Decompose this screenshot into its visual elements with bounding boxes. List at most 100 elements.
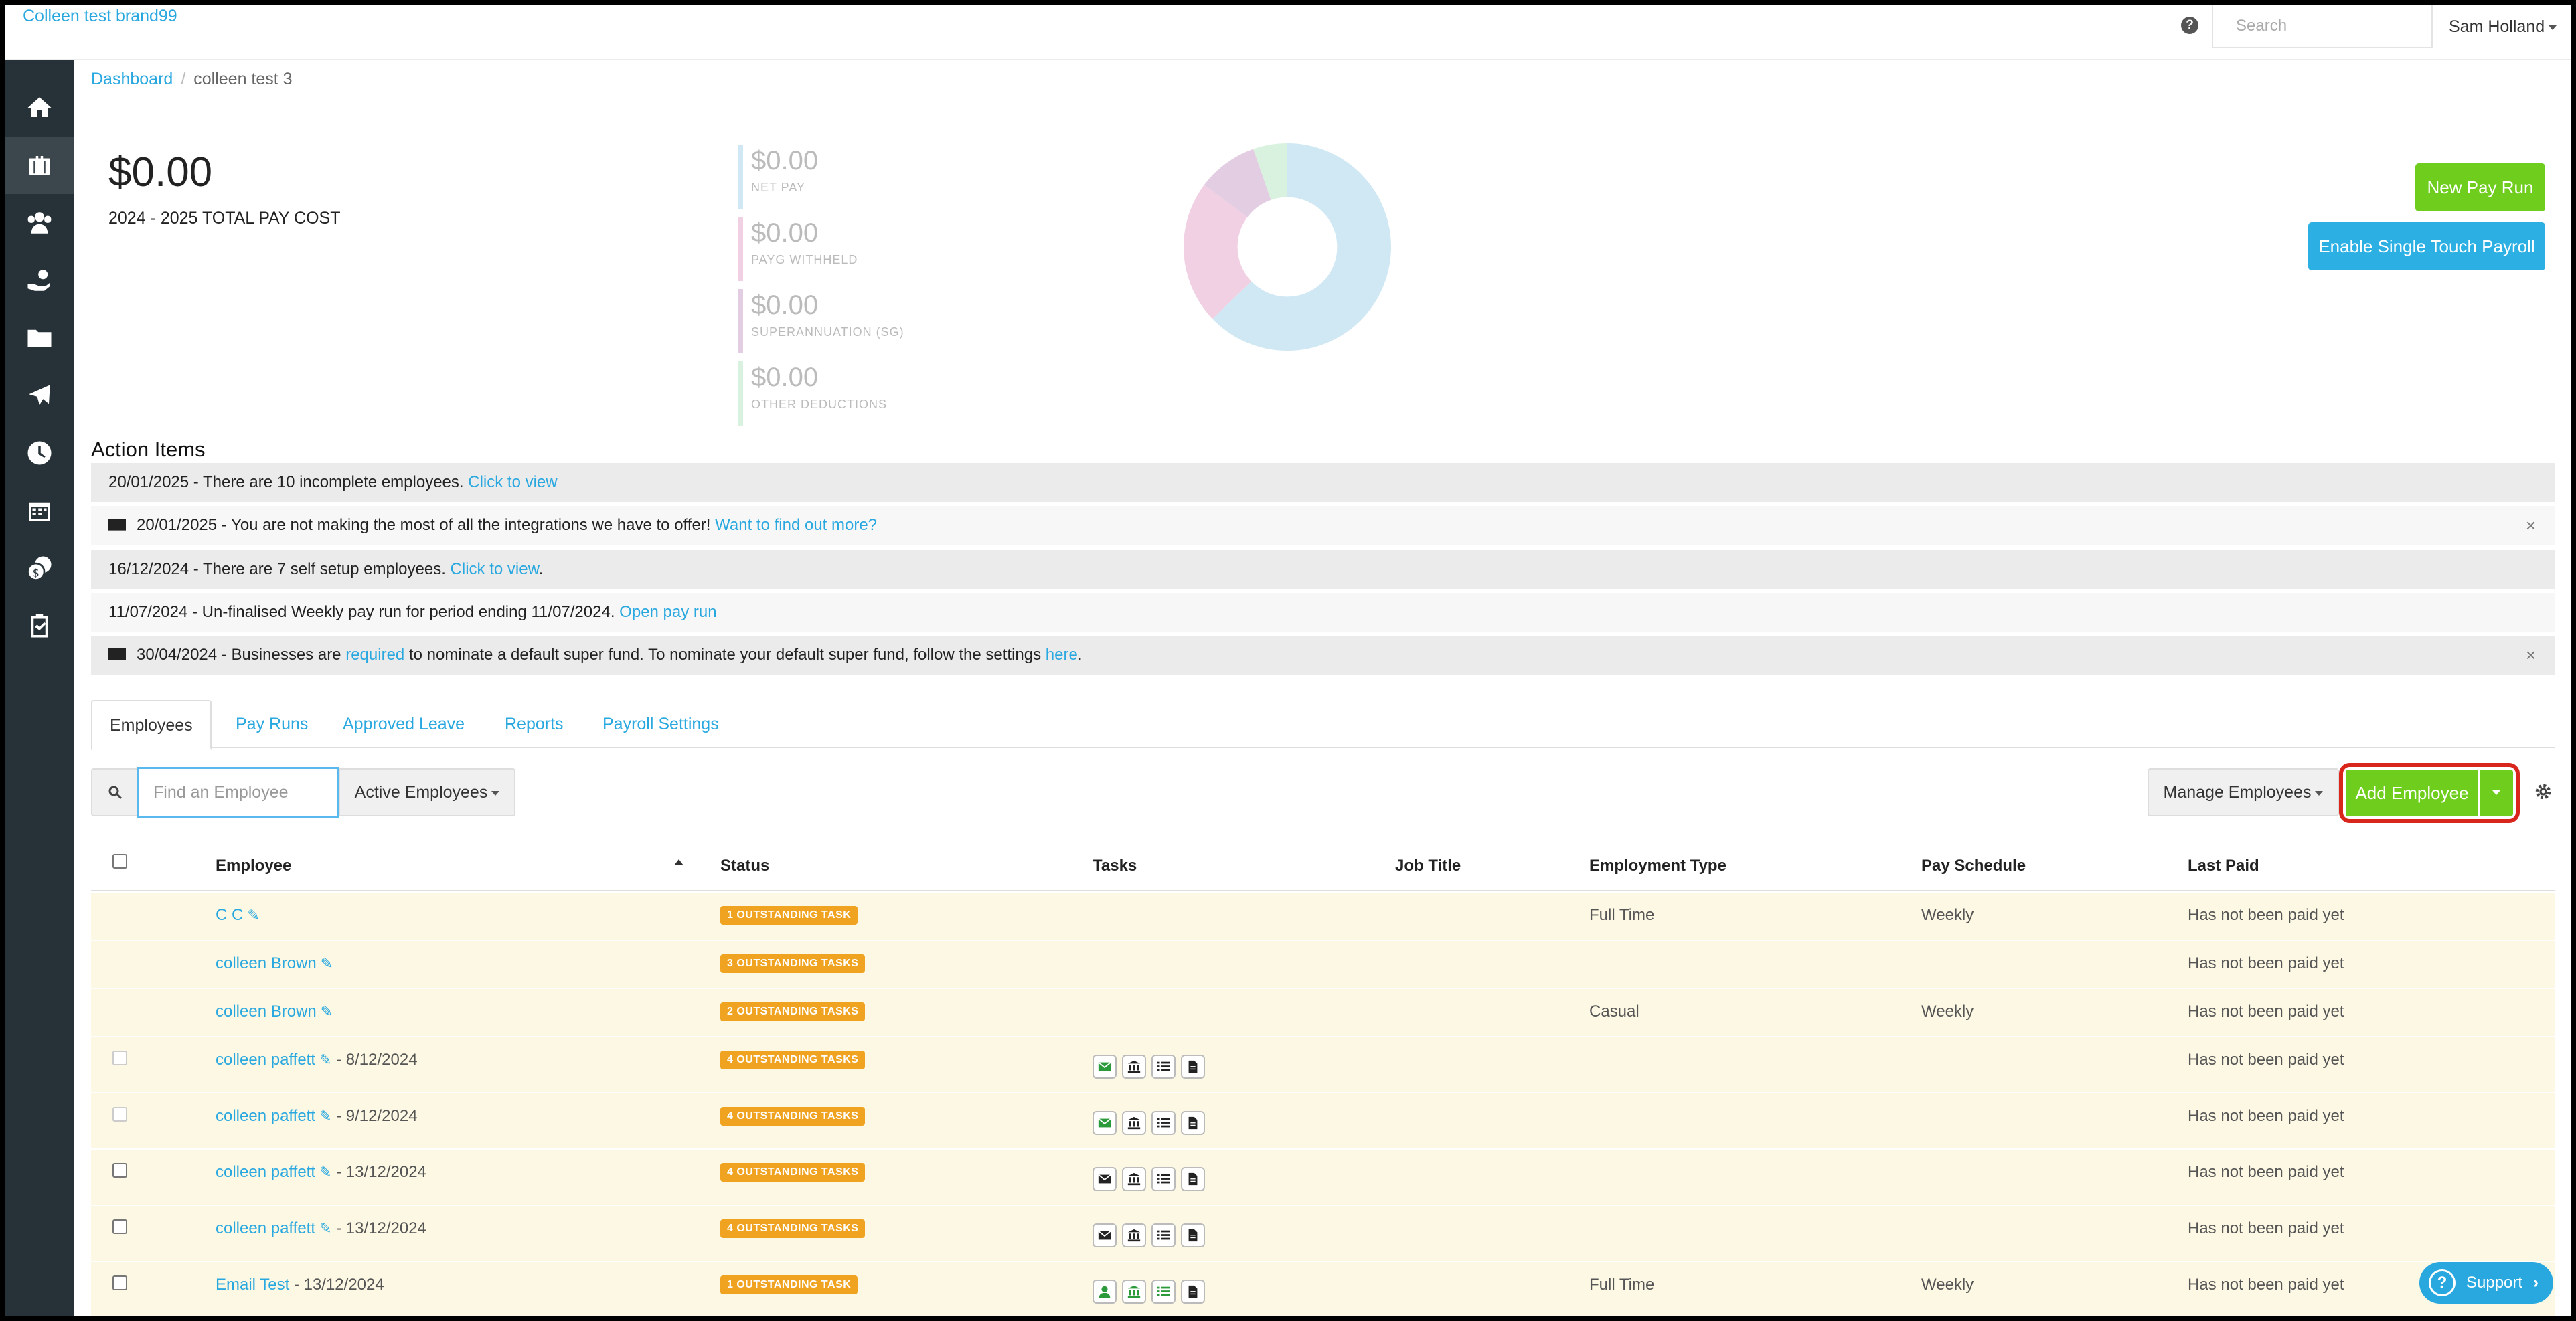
stat-amount: $0.00	[751, 218, 819, 248]
document-icon[interactable]	[1181, 1055, 1205, 1079]
pencil-icon[interactable]: ✎	[319, 1220, 331, 1237]
clock-icon[interactable]	[5, 424, 74, 482]
table-row: Email Test - 13/12/2024 1 OUTSTANDING TA…	[91, 1262, 2555, 1316]
hand-money-icon[interactable]	[5, 252, 74, 309]
document-icon[interactable]	[1181, 1280, 1205, 1304]
tab-pay-runs[interactable]: Pay Runs	[218, 700, 325, 748]
brand-link[interactable]: Colleen test brand99	[23, 7, 177, 26]
add-employee-dropdown-toggle[interactable]	[2480, 770, 2513, 816]
breadcrumb-separator: /	[181, 70, 186, 88]
pencil-icon[interactable]: ✎	[321, 1003, 333, 1021]
active-employees-dropdown[interactable]: Active Employees	[339, 768, 515, 816]
search-input[interactable]	[2212, 5, 2433, 48]
employee-name-link[interactable]: colleen paffett	[216, 1107, 315, 1125]
user-menu[interactable]: Sam Holland	[2449, 17, 2557, 37]
stat-amount: $0.00	[751, 363, 819, 392]
document-icon[interactable]	[1181, 1167, 1205, 1191]
tab-payroll-settings[interactable]: Payroll Settings	[585, 700, 736, 748]
column-employment-type[interactable]: Employment Type	[1589, 857, 1726, 875]
calendar-icon[interactable]	[5, 482, 74, 539]
help-icon[interactable]: ?	[2181, 17, 2198, 34]
column-pay-schedule[interactable]: Pay Schedule	[1921, 857, 2026, 875]
pencil-icon[interactable]: ✎	[319, 1164, 331, 1181]
bank-icon[interactable]	[1122, 1111, 1146, 1135]
list-icon[interactable]	[1151, 1167, 1176, 1191]
list-icon[interactable]	[1151, 1111, 1176, 1135]
action-link[interactable]: Click to view	[451, 560, 539, 578]
bank-icon[interactable]	[1122, 1223, 1146, 1247]
action-link[interactable]: Want to find out more?	[715, 516, 877, 534]
briefcase-icon[interactable]	[5, 137, 74, 194]
folder-icon[interactable]	[5, 309, 74, 367]
gear-icon[interactable]	[2533, 782, 2553, 802]
status-badge: 4 OUTSTANDING TASKS	[720, 1107, 866, 1126]
start-date: - 13/12/2024	[336, 1163, 426, 1181]
bank-icon[interactable]	[1122, 1280, 1146, 1304]
employee-name-link[interactable]: Email Test	[216, 1275, 289, 1294]
envelope-icon[interactable]	[1093, 1111, 1117, 1135]
column-status[interactable]: Status	[720, 857, 769, 875]
list-icon[interactable]	[1151, 1223, 1176, 1247]
new-pay-run-button[interactable]: New Pay Run	[2415, 163, 2545, 211]
support-label: Support	[2466, 1273, 2523, 1292]
clipboard-check-icon[interactable]	[5, 597, 74, 654]
status-badge: 1 OUTSTANDING TASK	[720, 1275, 858, 1294]
add-employee-button[interactable]: Add Employee	[2346, 770, 2478, 816]
manage-employees-dropdown[interactable]: Manage Employees	[2148, 768, 2339, 816]
document-icon[interactable]	[1181, 1223, 1205, 1247]
document-icon[interactable]	[1181, 1111, 1205, 1135]
bank-icon[interactable]	[1122, 1167, 1146, 1191]
pencil-icon[interactable]: ✎	[319, 1051, 331, 1069]
close-icon[interactable]: ×	[2526, 506, 2536, 545]
support-button[interactable]: ? Support ›	[2419, 1262, 2553, 1304]
column-employee[interactable]: Employee	[216, 857, 291, 875]
close-icon[interactable]: ×	[2526, 636, 2536, 675]
employee-cell: colleen paffett ✎ - 13/12/2024	[216, 1219, 426, 1238]
find-employee-input[interactable]	[137, 767, 339, 818]
breadcrumb-dashboard[interactable]: Dashboard	[91, 70, 173, 88]
column-tasks[interactable]: Tasks	[1093, 857, 1137, 875]
bank-icon[interactable]	[1122, 1055, 1146, 1079]
column-job-title[interactable]: Job Title	[1395, 857, 1461, 875]
envelope-icon[interactable]	[1093, 1167, 1117, 1191]
pencil-icon[interactable]: ✎	[247, 907, 259, 924]
list-icon[interactable]	[1151, 1280, 1176, 1304]
employee-name-link[interactable]: C C	[216, 906, 243, 924]
tab-approved-leave[interactable]: Approved Leave	[325, 700, 482, 748]
coins-icon[interactable]: $	[5, 539, 74, 597]
select-all-checkbox[interactable]	[112, 854, 127, 869]
employee-name-link[interactable]: colleen paffett	[216, 1051, 315, 1069]
stat-superannuation: $0.00 SUPERANNUATION (SG)	[738, 289, 904, 353]
row-checkbox[interactable]	[112, 1275, 127, 1290]
envelope-icon[interactable]	[1093, 1055, 1117, 1079]
employee-name-link[interactable]: colleen Brown	[216, 954, 317, 972]
search-icon[interactable]	[91, 768, 138, 816]
enable-stp-button[interactable]: Enable Single Touch Payroll	[2308, 222, 2545, 270]
row-checkbox[interactable]	[112, 1051, 127, 1065]
employee-name-link[interactable]: colleen paffett	[216, 1163, 315, 1181]
svg-text:$: $	[33, 566, 39, 579]
action-link-here[interactable]: here	[1046, 646, 1078, 664]
row-checkbox[interactable]	[112, 1219, 127, 1234]
tab-employees[interactable]: Employees	[91, 700, 212, 750]
sort-ascending-icon[interactable]	[674, 859, 683, 865]
column-last-paid[interactable]: Last Paid	[2188, 857, 2259, 875]
action-link[interactable]: Click to view	[468, 473, 557, 491]
home-icon[interactable]	[5, 79, 74, 137]
row-checkbox[interactable]	[112, 1163, 127, 1178]
people-icon[interactable]	[5, 194, 74, 252]
employee-name-link[interactable]: colleen Brown	[216, 1002, 317, 1021]
action-link[interactable]: Open pay run	[619, 603, 716, 621]
action-link[interactable]: required	[345, 646, 404, 664]
plane-icon[interactable]	[5, 367, 74, 424]
list-icon[interactable]	[1151, 1055, 1176, 1079]
envelope-icon[interactable]	[1093, 1223, 1117, 1247]
employee-name-link[interactable]: colleen paffett	[216, 1219, 315, 1237]
row-checkbox[interactable]	[112, 1107, 127, 1122]
action-text-end: .	[1077, 646, 1082, 664]
pay-schedule: Weekly	[1921, 1002, 1974, 1021]
pencil-icon[interactable]: ✎	[321, 955, 333, 972]
tab-reports[interactable]: Reports	[487, 700, 581, 748]
pencil-icon[interactable]: ✎	[319, 1108, 331, 1125]
person-icon[interactable]	[1093, 1280, 1117, 1304]
